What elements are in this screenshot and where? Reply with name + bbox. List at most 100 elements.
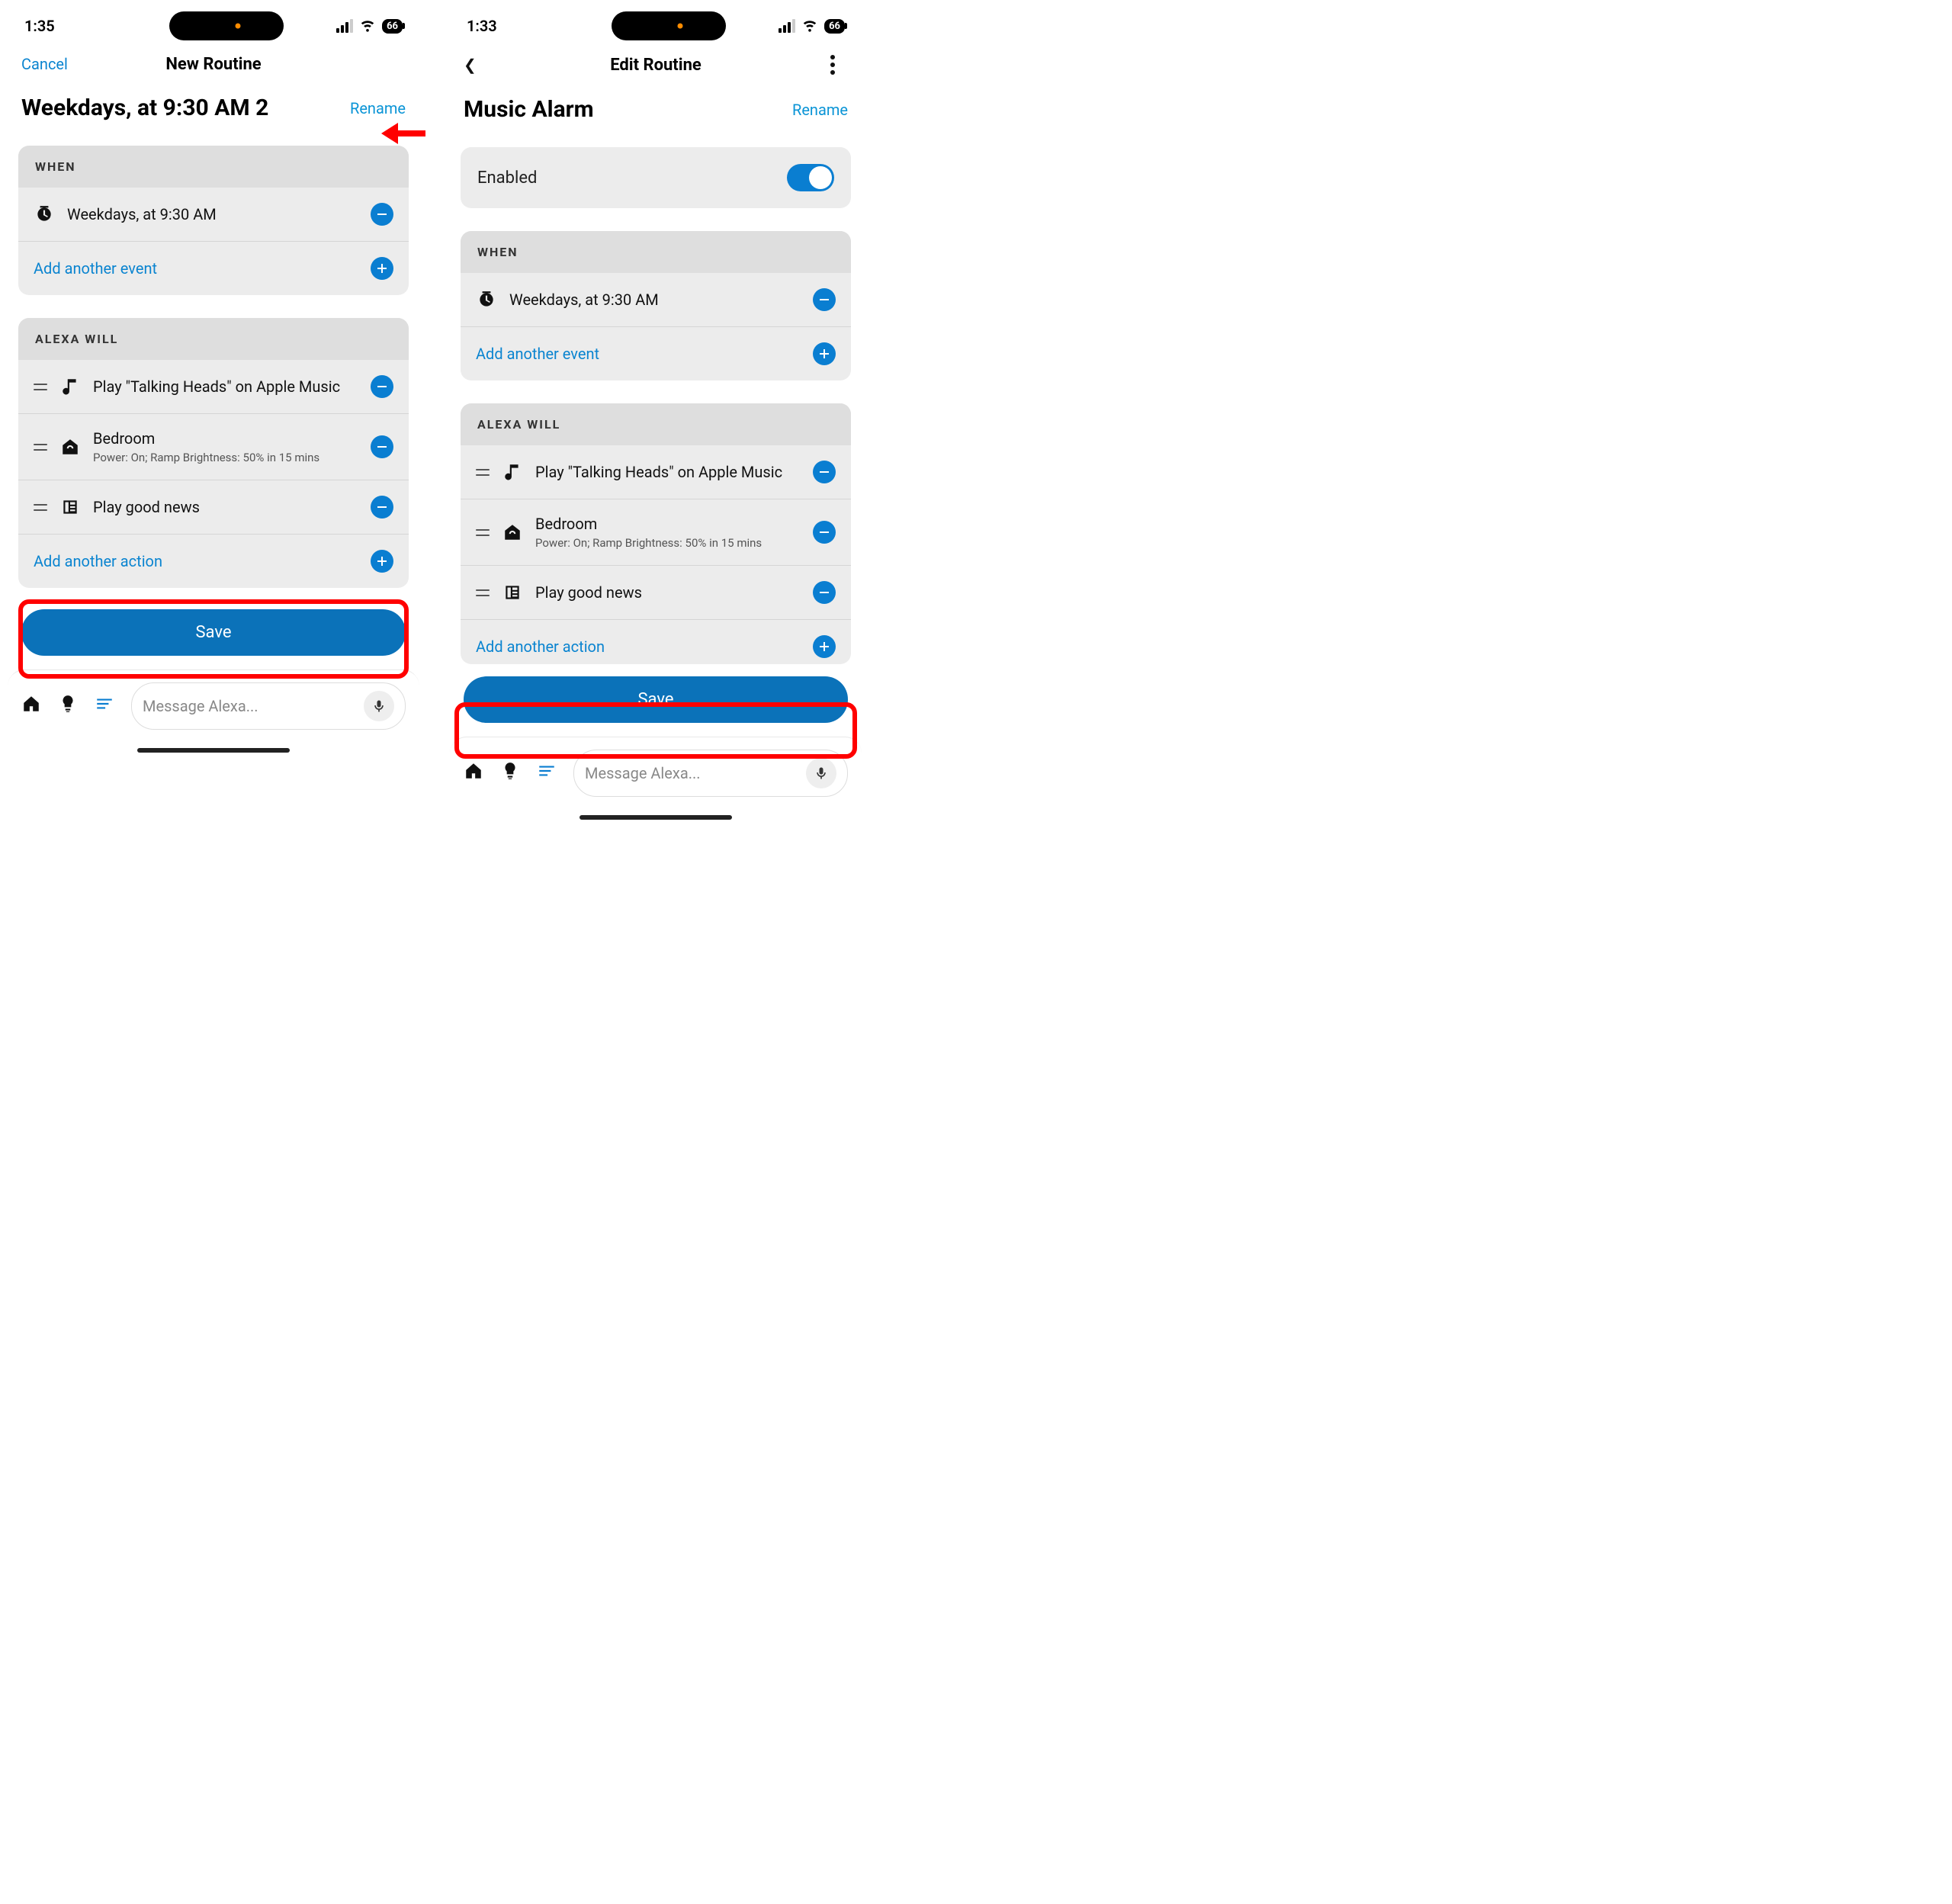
enabled-row: Enabled: [461, 147, 851, 208]
alexa-input[interactable]: Message Alexa...: [573, 750, 848, 797]
wifi-icon: [359, 16, 376, 37]
save-button[interactable]: Save: [21, 609, 406, 656]
clock-time: 1:35: [24, 17, 116, 35]
action-row[interactable]: Play good news: [461, 566, 851, 620]
status-bar: 1:33 66: [450, 8, 862, 44]
action-label: Play good news: [535, 583, 801, 602]
cancel-button[interactable]: Cancel: [21, 55, 68, 73]
rename-button[interactable]: Rename: [792, 101, 848, 119]
bottom-bar: Message Alexa...: [450, 737, 862, 803]
save-button[interactable]: Save: [464, 676, 848, 723]
add-action-row[interactable]: Add another action: [18, 535, 409, 588]
when-header: WHEN: [461, 231, 851, 273]
clock-time: 1:33: [467, 17, 558, 35]
drag-handle-icon[interactable]: [34, 444, 47, 451]
actions-header: ALEXA WILL: [18, 318, 409, 360]
add-action-label: Add another action: [476, 637, 801, 656]
action-row[interactable]: Bedroom Power: On; Ramp Brightness: 50% …: [461, 499, 851, 566]
action-label: Bedroom: [535, 515, 801, 533]
news-icon: [59, 497, 81, 517]
mic-button[interactable]: [806, 758, 836, 788]
drag-handle-icon[interactable]: [476, 469, 490, 476]
add-action-label: Add another action: [34, 552, 358, 570]
add-event-row[interactable]: Add another event: [18, 242, 409, 295]
battery-icon: 66: [382, 19, 403, 34]
clock-icon: [34, 204, 55, 224]
home-icon[interactable]: [21, 694, 41, 718]
remove-action-button[interactable]: [371, 496, 393, 519]
routine-title-row: Music Alarm Rename: [450, 90, 862, 141]
add-event-button[interactable]: [371, 257, 393, 280]
home-icon[interactable]: [464, 761, 483, 785]
page-title: New Routine: [8, 55, 419, 74]
when-event-row[interactable]: Weekdays, at 9:30 AM: [461, 273, 851, 327]
when-card: WHEN Weekdays, at 9:30 AM Add another ev…: [461, 231, 851, 380]
nav-header: ❮ Edit Routine: [450, 44, 862, 90]
back-button[interactable]: ❮: [464, 59, 494, 70]
nav-header: Cancel New Routine: [8, 44, 419, 88]
remove-action-button[interactable]: [813, 521, 836, 544]
add-action-row[interactable]: Add another action: [461, 620, 851, 664]
wifi-icon: [801, 16, 818, 37]
page-title: Edit Routine: [450, 56, 862, 75]
add-event-label: Add another event: [476, 345, 801, 363]
smart-home-icon: [59, 437, 81, 457]
battery-icon: 66: [824, 19, 845, 34]
action-row[interactable]: Play "Talking Heads" on Apple Music: [18, 360, 409, 414]
home-indicator: [137, 748, 290, 753]
drag-handle-icon[interactable]: [476, 529, 490, 536]
kebab-icon: [817, 55, 848, 75]
when-event-row[interactable]: Weekdays, at 9:30 AM: [18, 188, 409, 242]
smart-home-icon: [502, 522, 523, 542]
status-bar: 1:35 66: [8, 8, 419, 44]
remove-event-button[interactable]: [371, 203, 393, 226]
home-indicator: [580, 815, 732, 820]
menu-icon[interactable]: [95, 694, 114, 718]
status-icons: 66: [336, 16, 403, 37]
action-row[interactable]: Play "Talking Heads" on Apple Music: [461, 445, 851, 499]
menu-icon[interactable]: [537, 761, 557, 785]
actions-card: ALEXA WILL Play "Talking Heads" on Apple…: [18, 318, 409, 588]
routine-name: Music Alarm: [464, 96, 594, 123]
alexa-input-placeholder: Message Alexa...: [143, 697, 356, 715]
action-label: Bedroom: [93, 429, 358, 448]
phone-left: 1:35 66 Cancel New Routine Weekdays, at …: [8, 8, 419, 824]
remove-action-button[interactable]: [813, 461, 836, 483]
music-icon: [502, 462, 523, 482]
remove-action-button[interactable]: [813, 581, 836, 604]
remove-event-button[interactable]: [813, 288, 836, 311]
lightbulb-icon[interactable]: [58, 694, 78, 718]
enabled-toggle[interactable]: [787, 164, 834, 191]
add-action-button[interactable]: [813, 635, 836, 658]
cell-signal-icon: [779, 19, 795, 33]
enabled-label: Enabled: [477, 169, 537, 188]
alexa-input[interactable]: Message Alexa...: [131, 682, 406, 730]
annotation-arrow: [381, 118, 427, 149]
add-event-button[interactable]: [813, 342, 836, 365]
overflow-button[interactable]: [817, 55, 848, 75]
lightbulb-icon[interactable]: [500, 761, 520, 785]
drag-handle-icon[interactable]: [476, 589, 490, 596]
action-sublabel: Power: On; Ramp Brightness: 50% in 15 mi…: [93, 451, 358, 464]
drag-handle-icon[interactable]: [34, 504, 47, 511]
add-event-row[interactable]: Add another event: [461, 327, 851, 380]
actions-header: ALEXA WILL: [461, 403, 851, 445]
drag-handle-icon[interactable]: [34, 384, 47, 390]
rename-button[interactable]: Rename: [350, 99, 406, 117]
action-label: Play good news: [93, 498, 358, 516]
routine-name: Weekdays, at 9:30 AM 2: [21, 95, 268, 121]
remove-action-button[interactable]: [371, 375, 393, 398]
action-row[interactable]: Bedroom Power: On; Ramp Brightness: 50% …: [18, 414, 409, 480]
status-icons: 66: [779, 16, 845, 37]
action-label: Play "Talking Heads" on Apple Music: [535, 463, 801, 481]
remove-action-button[interactable]: [371, 435, 393, 458]
mic-button[interactable]: [364, 691, 394, 721]
alexa-input-placeholder: Message Alexa...: [585, 764, 798, 782]
bottom-bar: Message Alexa...: [8, 669, 419, 736]
action-row[interactable]: Play good news: [18, 480, 409, 535]
when-card: WHEN Weekdays, at 9:30 AM Add another ev…: [18, 146, 409, 295]
add-action-button[interactable]: [371, 550, 393, 573]
when-event-label: Weekdays, at 9:30 AM: [67, 205, 358, 223]
news-icon: [502, 583, 523, 602]
action-sublabel: Power: On; Ramp Brightness: 50% in 15 mi…: [535, 536, 801, 550]
